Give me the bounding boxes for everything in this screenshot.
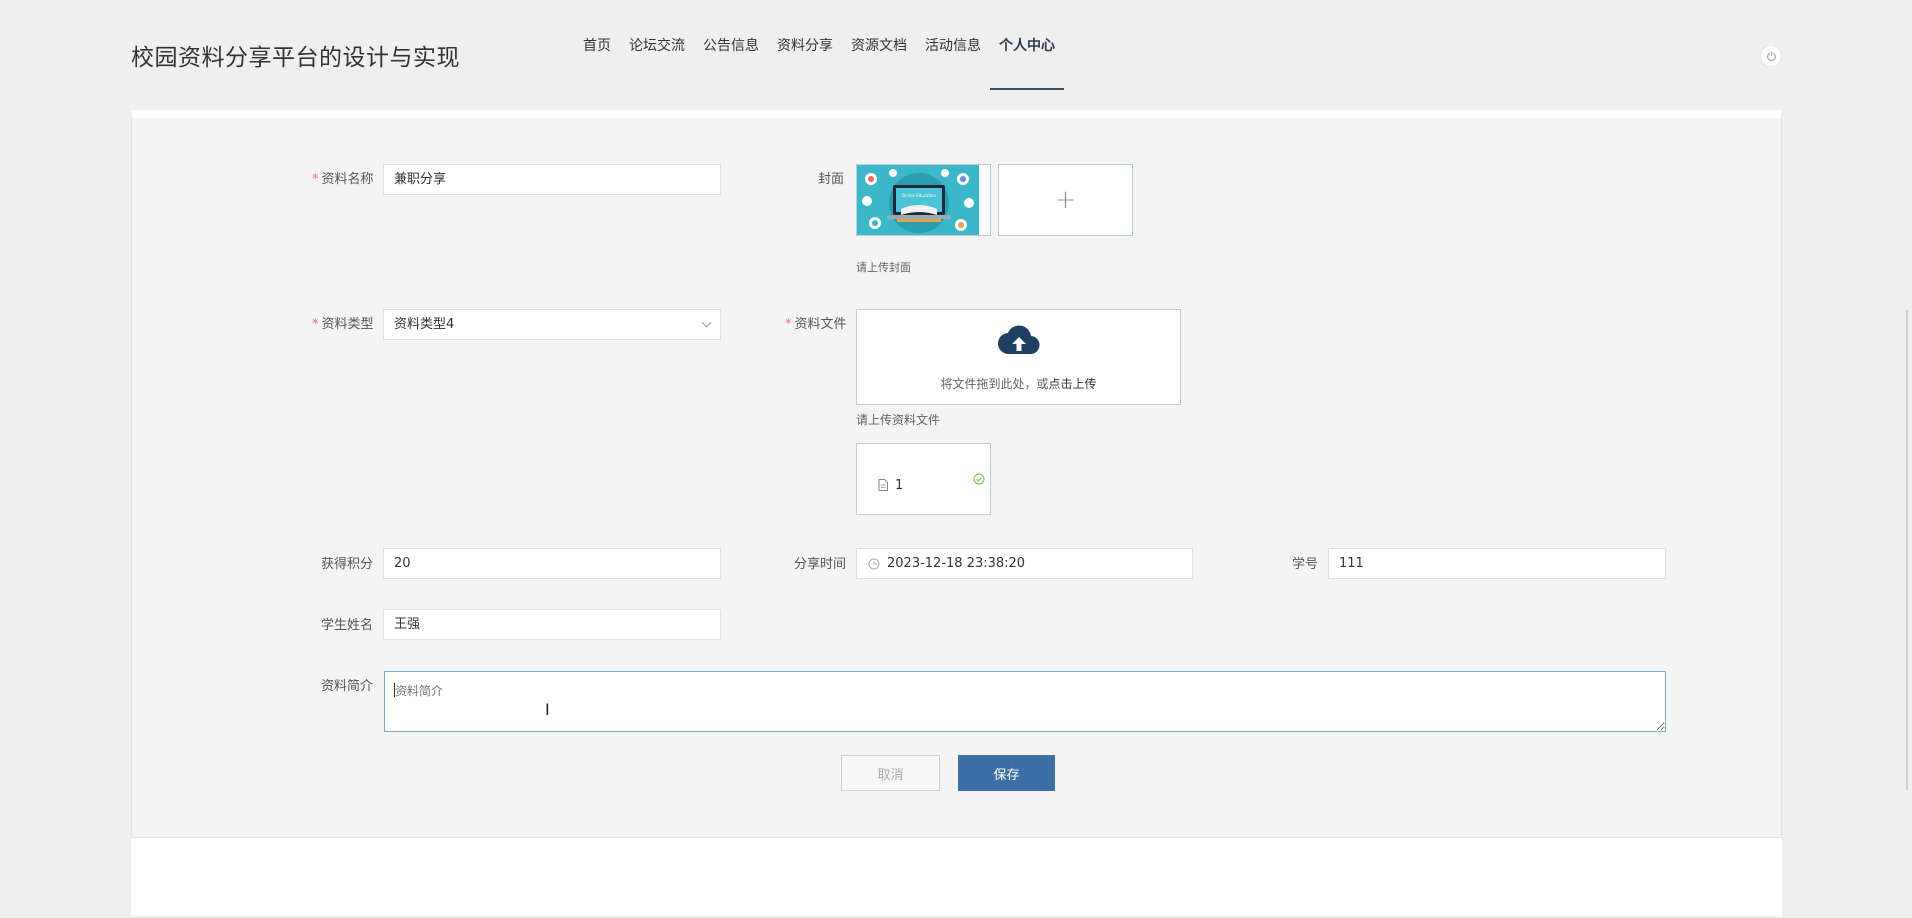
share-time-value: 2023-12-18 23:38:20 bbox=[887, 556, 1026, 571]
uploaded-file-card[interactable]: 1 bbox=[856, 443, 991, 515]
required-mark: * bbox=[312, 317, 319, 332]
chevron-down-icon bbox=[701, 317, 712, 328]
share-time-label: 分享时间 bbox=[794, 557, 847, 572]
online-education-image: Online Education bbox=[857, 165, 990, 235]
file-label: * 资料文件 bbox=[785, 317, 847, 332]
document-icon bbox=[878, 479, 888, 491]
click-upload-link[interactable]: 点击上传 bbox=[1049, 377, 1097, 391]
cover-image-thumbnail[interactable]: Online Education bbox=[856, 164, 991, 236]
intro-label: 资料简介 bbox=[321, 679, 374, 694]
file-hint: 请上传资料文件 bbox=[856, 413, 941, 427]
scrollbar[interactable] bbox=[1906, 310, 1908, 790]
text-caret bbox=[394, 683, 395, 697]
cover-label: 封面 bbox=[818, 172, 845, 187]
student-no-input[interactable]: 111 bbox=[1328, 548, 1666, 579]
material-type-value: 资料类型4 bbox=[394, 317, 455, 332]
top-header: 校园资料分享平台的设计与实现 首页 论坛交流 公告信息 资料分享 资源文档 活动… bbox=[0, 0, 1912, 110]
student-name-input[interactable]: 王强 bbox=[383, 609, 721, 640]
upload-instruction: 将文件拖到此处，或点击上传 bbox=[940, 377, 1097, 391]
intro-textarea[interactable] bbox=[384, 671, 1666, 732]
cloud-upload-icon bbox=[998, 325, 1040, 355]
cancel-button[interactable]: 取消 bbox=[841, 755, 940, 791]
nav-activity[interactable]: 活动信息 bbox=[916, 0, 990, 90]
material-type-select[interactable]: 资料类型4 bbox=[383, 309, 721, 340]
clock-icon bbox=[868, 558, 880, 570]
student-name-label: 学生姓名 bbox=[321, 618, 374, 633]
type-label: * 资料类型 bbox=[312, 317, 374, 332]
required-mark: * bbox=[312, 172, 319, 187]
points-input[interactable]: 20 bbox=[383, 548, 721, 579]
uploaded-file-name: 1 bbox=[895, 478, 904, 493]
main-nav: 首页 论坛交流 公告信息 资料分享 资源文档 活动信息 个人中心 bbox=[574, 0, 1064, 90]
image-caption: Online Education bbox=[902, 193, 937, 198]
cover-hint: 请上传封面 bbox=[856, 261, 911, 274]
required-mark: * bbox=[785, 317, 792, 332]
nav-personal-center[interactable]: 个人中心 bbox=[990, 0, 1064, 90]
file-upload-dropzone[interactable]: 将文件拖到此处，或点击上传 bbox=[856, 309, 1181, 405]
student-no-label: 学号 bbox=[1292, 557, 1319, 572]
success-check-icon bbox=[973, 473, 985, 485]
material-name-input[interactable]: 兼职分享 bbox=[383, 164, 721, 195]
cover-add-button[interactable]: + bbox=[998, 164, 1133, 236]
text-cursor-icon: I bbox=[545, 700, 550, 719]
name-label: * 资料名称 bbox=[312, 172, 374, 187]
nav-forum[interactable]: 论坛交流 bbox=[620, 0, 694, 90]
nav-resource-docs[interactable]: 资源文档 bbox=[842, 0, 916, 90]
nav-notice[interactable]: 公告信息 bbox=[694, 0, 768, 90]
page-footer-area bbox=[131, 838, 1782, 916]
points-label: 获得积分 bbox=[321, 557, 374, 572]
power-icon bbox=[1766, 51, 1776, 61]
logout-power-icon[interactable] bbox=[1760, 45, 1782, 67]
nav-home[interactable]: 首页 bbox=[574, 0, 620, 90]
save-button[interactable]: 保存 bbox=[958, 755, 1055, 791]
share-time-picker[interactable]: 2023-12-18 23:38:20 bbox=[856, 548, 1193, 579]
nav-material-share[interactable]: 资料分享 bbox=[768, 0, 842, 90]
site-title: 校园资料分享平台的设计与实现 bbox=[131, 45, 460, 71]
